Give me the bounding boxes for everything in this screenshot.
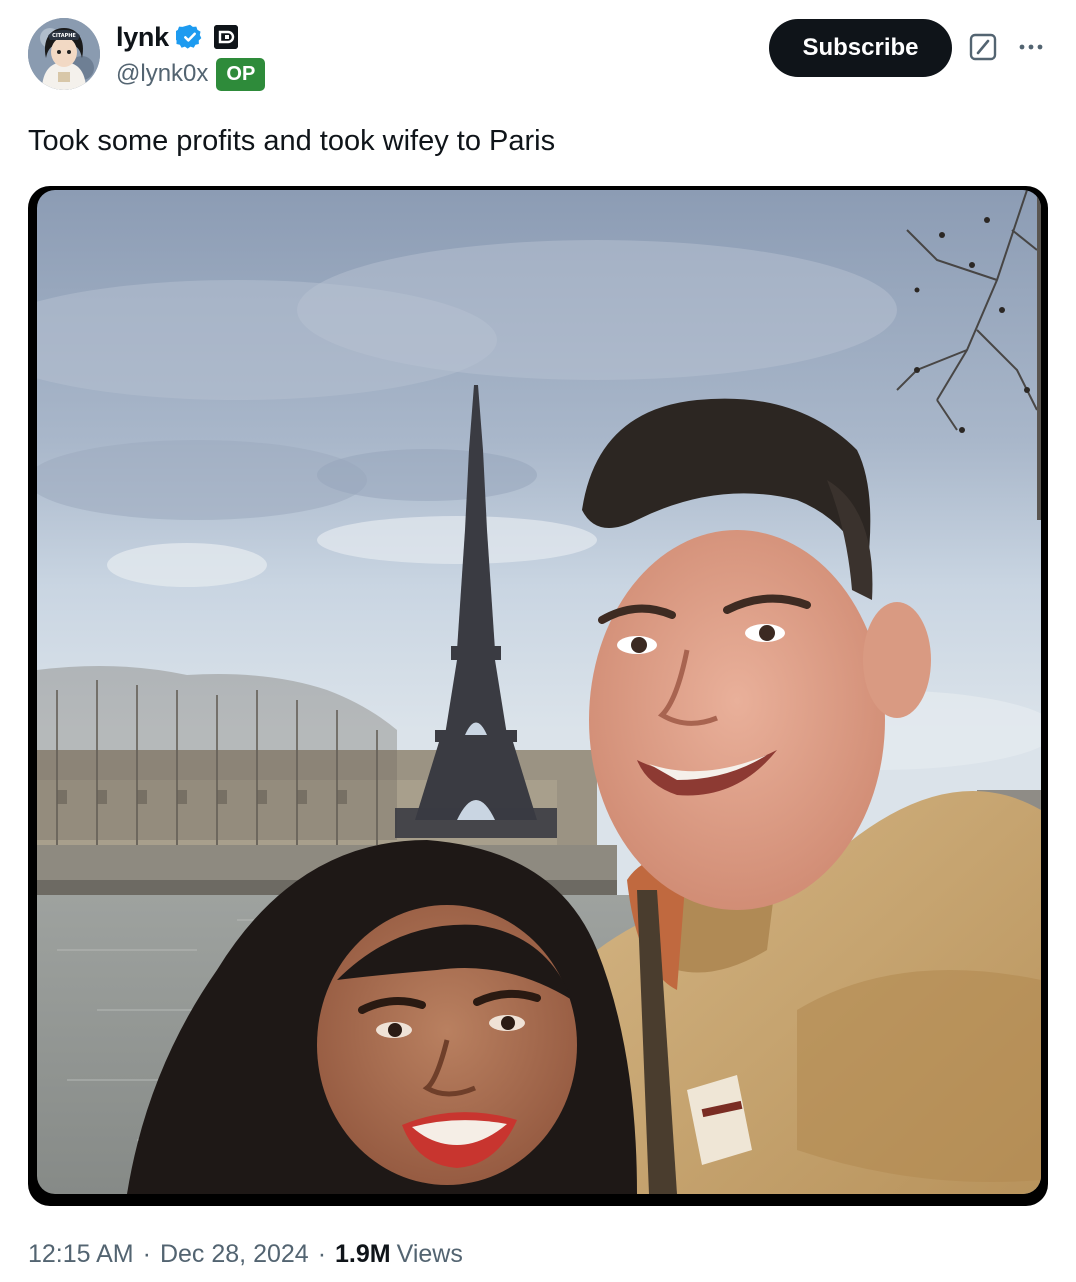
- meta-separator: ·: [142, 1239, 151, 1268]
- svg-text:CITAPHE: CITAPHE: [52, 33, 76, 39]
- subscribe-button[interactable]: Subscribe: [769, 19, 952, 77]
- views-count[interactable]: 1.9M: [335, 1240, 391, 1269]
- avatar-image: CITAPHE: [28, 18, 100, 90]
- author-handle-row: @lynk0x OP: [116, 56, 266, 92]
- affiliation-icon[interactable]: [213, 25, 238, 49]
- tweet-meta: 12:15 AM · Dec 28, 2024 · 1.9M Views: [28, 1234, 463, 1274]
- grok-icon[interactable]: [968, 32, 998, 62]
- more-options-icon[interactable]: [1016, 32, 1046, 62]
- views-label: Views: [396, 1239, 463, 1268]
- verified-badge-icon[interactable]: [175, 23, 204, 51]
- tweet-media[interactable]: [28, 186, 1048, 1206]
- paris-selfie-image: [37, 190, 1041, 1194]
- author-handle[interactable]: @lynk0x: [116, 60, 208, 88]
- author-display-name[interactable]: lynk: [116, 22, 169, 53]
- tweet-date[interactable]: Dec 28, 2024: [160, 1240, 309, 1269]
- author-name-row: lynk: [116, 18, 238, 56]
- avatar[interactable]: CITAPHE: [28, 18, 100, 90]
- op-badge: OP: [216, 57, 266, 91]
- media-photo[interactable]: [37, 190, 1041, 1194]
- meta-separator: ·: [317, 1239, 327, 1268]
- tweet-time[interactable]: 12:15 AM: [28, 1240, 134, 1269]
- tweet-text: Took some profits and took wifey to Pari…: [28, 125, 556, 157]
